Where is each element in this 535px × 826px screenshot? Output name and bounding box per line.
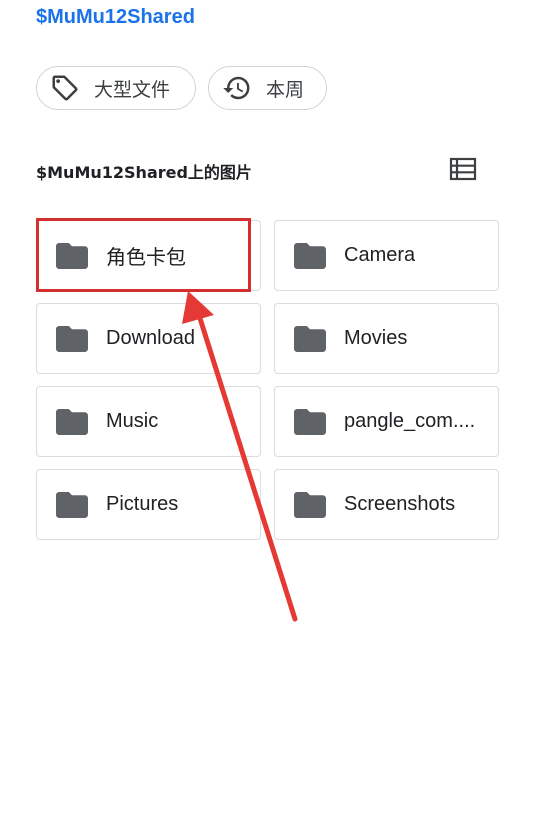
folder-label: pangle_com.... [344, 410, 476, 432]
folder-label: Movies [344, 327, 408, 349]
folder-icon [56, 242, 88, 269]
folder-item[interactable]: Screenshots [274, 469, 499, 540]
large-files-chip[interactable]: 大型文件 [36, 66, 196, 110]
location-title[interactable]: $MuMu12Shared [36, 6, 195, 29]
folder-icon [294, 408, 326, 435]
folder-item[interactable]: Camera [274, 220, 499, 291]
large-files-label: 大型文件 [94, 78, 171, 101]
folder-label: Screenshots [344, 493, 456, 515]
section-title: $MuMu12Shared上的图片 [36, 163, 252, 182]
folder-label: Camera [344, 244, 416, 266]
folder-icon [294, 242, 326, 269]
folder-item[interactable]: Movies [274, 303, 499, 374]
folder-item[interactable]: pangle_com.... [274, 386, 499, 457]
folder-label: 角色卡包 [106, 247, 186, 269]
folder-icon [294, 325, 326, 352]
folder-icon [294, 491, 326, 518]
folder-label: Music [106, 410, 159, 432]
list-view-icon[interactable] [448, 156, 478, 182]
folder-item[interactable]: Pictures [36, 469, 261, 540]
tag-icon [50, 73, 80, 103]
folder-icon [56, 325, 88, 352]
this-week-chip[interactable]: 本周 [208, 66, 327, 110]
folder-item[interactable]: Download [36, 303, 261, 374]
folder-icon [56, 491, 88, 518]
history-icon [222, 73, 252, 103]
folder-item[interactable]: 角色卡包 [36, 220, 261, 291]
this-week-label: 本周 [266, 78, 305, 101]
folder-icon [56, 408, 88, 435]
folder-label: Pictures [106, 493, 179, 515]
folder-label: Download [106, 327, 195, 349]
folder-item[interactable]: Music [36, 386, 261, 457]
